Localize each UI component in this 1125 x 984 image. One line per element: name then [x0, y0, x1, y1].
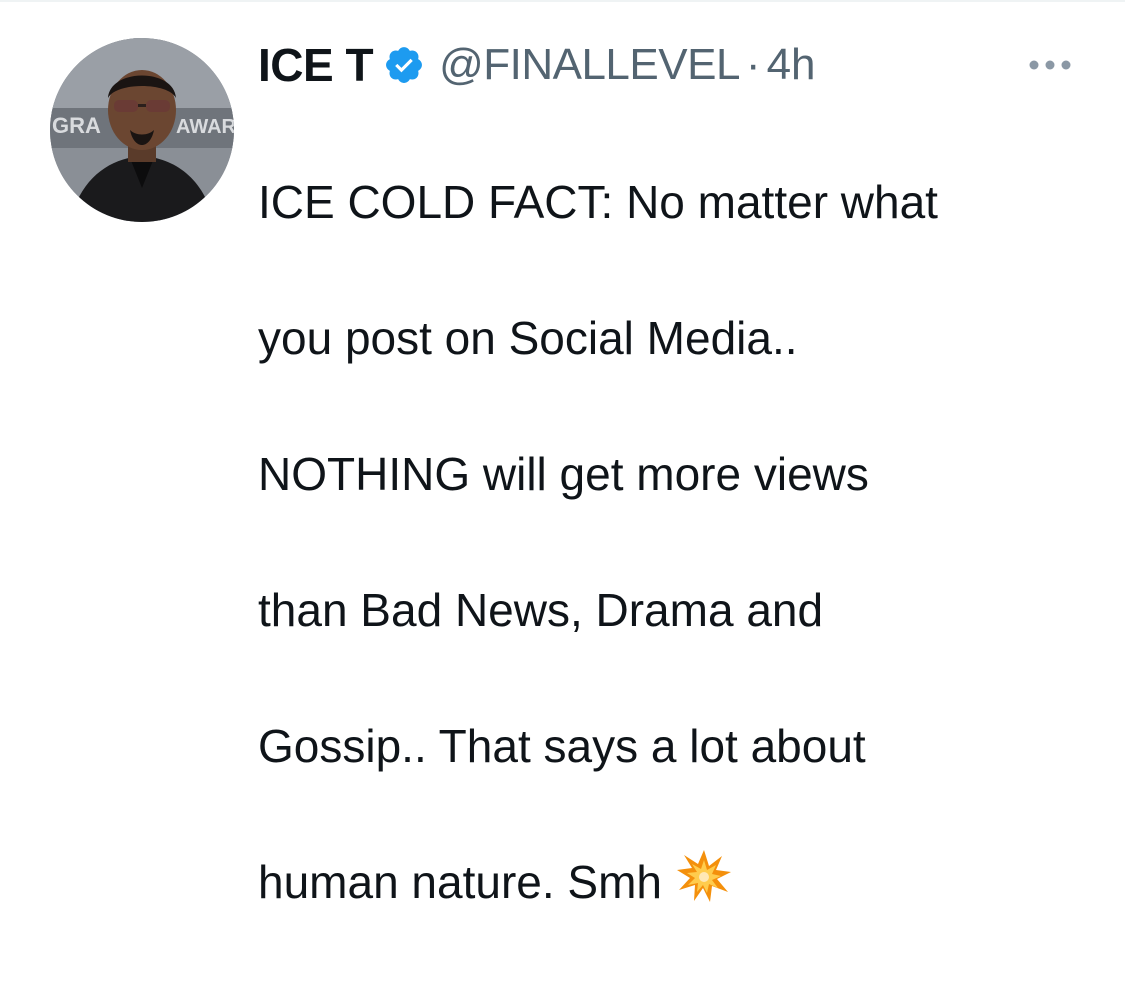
tweet-timestamp[interactable]: 4h: [767, 40, 816, 90]
avatar[interactable]: GRA AWARD: [50, 38, 234, 222]
tweet-text-line: human nature. Smh: [258, 856, 663, 908]
avatar-backdrop-left-text: GRA: [52, 113, 101, 138]
more-options-icon[interactable]: [1026, 50, 1074, 80]
collision-emoji-icon: [676, 848, 732, 904]
tweet-text-line: Gossip.. That says a lot about: [258, 720, 866, 772]
author-handle[interactable]: @FINALLEVEL: [439, 40, 740, 90]
tweet-text-last-line: human nature. Smh: [258, 848, 1088, 916]
tweet-text-line: than Bad News, Drama and: [258, 584, 824, 636]
tweet-text: ICE COLD FACT: No matter what you post o…: [258, 100, 1088, 984]
avatar-backdrop-right-text: AWARD: [176, 116, 234, 138]
tweet-text-line: you post on Social Media..: [258, 312, 798, 364]
avatar-photo: GRA AWARD: [50, 38, 234, 222]
tweet-text-line: NOTHING will get more views: [258, 448, 869, 500]
display-name[interactable]: ICE T: [258, 38, 374, 92]
tweet[interactable]: GRA AWARD ICE T @FINALLEVEL: [0, 0, 1125, 908]
tweet-text-line: ICE COLD FACT: No matter what: [258, 176, 938, 228]
separator-dot: ·: [745, 40, 761, 89]
tweet-header: ICE T @FINALLEVEL · 4h: [258, 36, 816, 94]
verified-badge-icon: [383, 44, 425, 86]
